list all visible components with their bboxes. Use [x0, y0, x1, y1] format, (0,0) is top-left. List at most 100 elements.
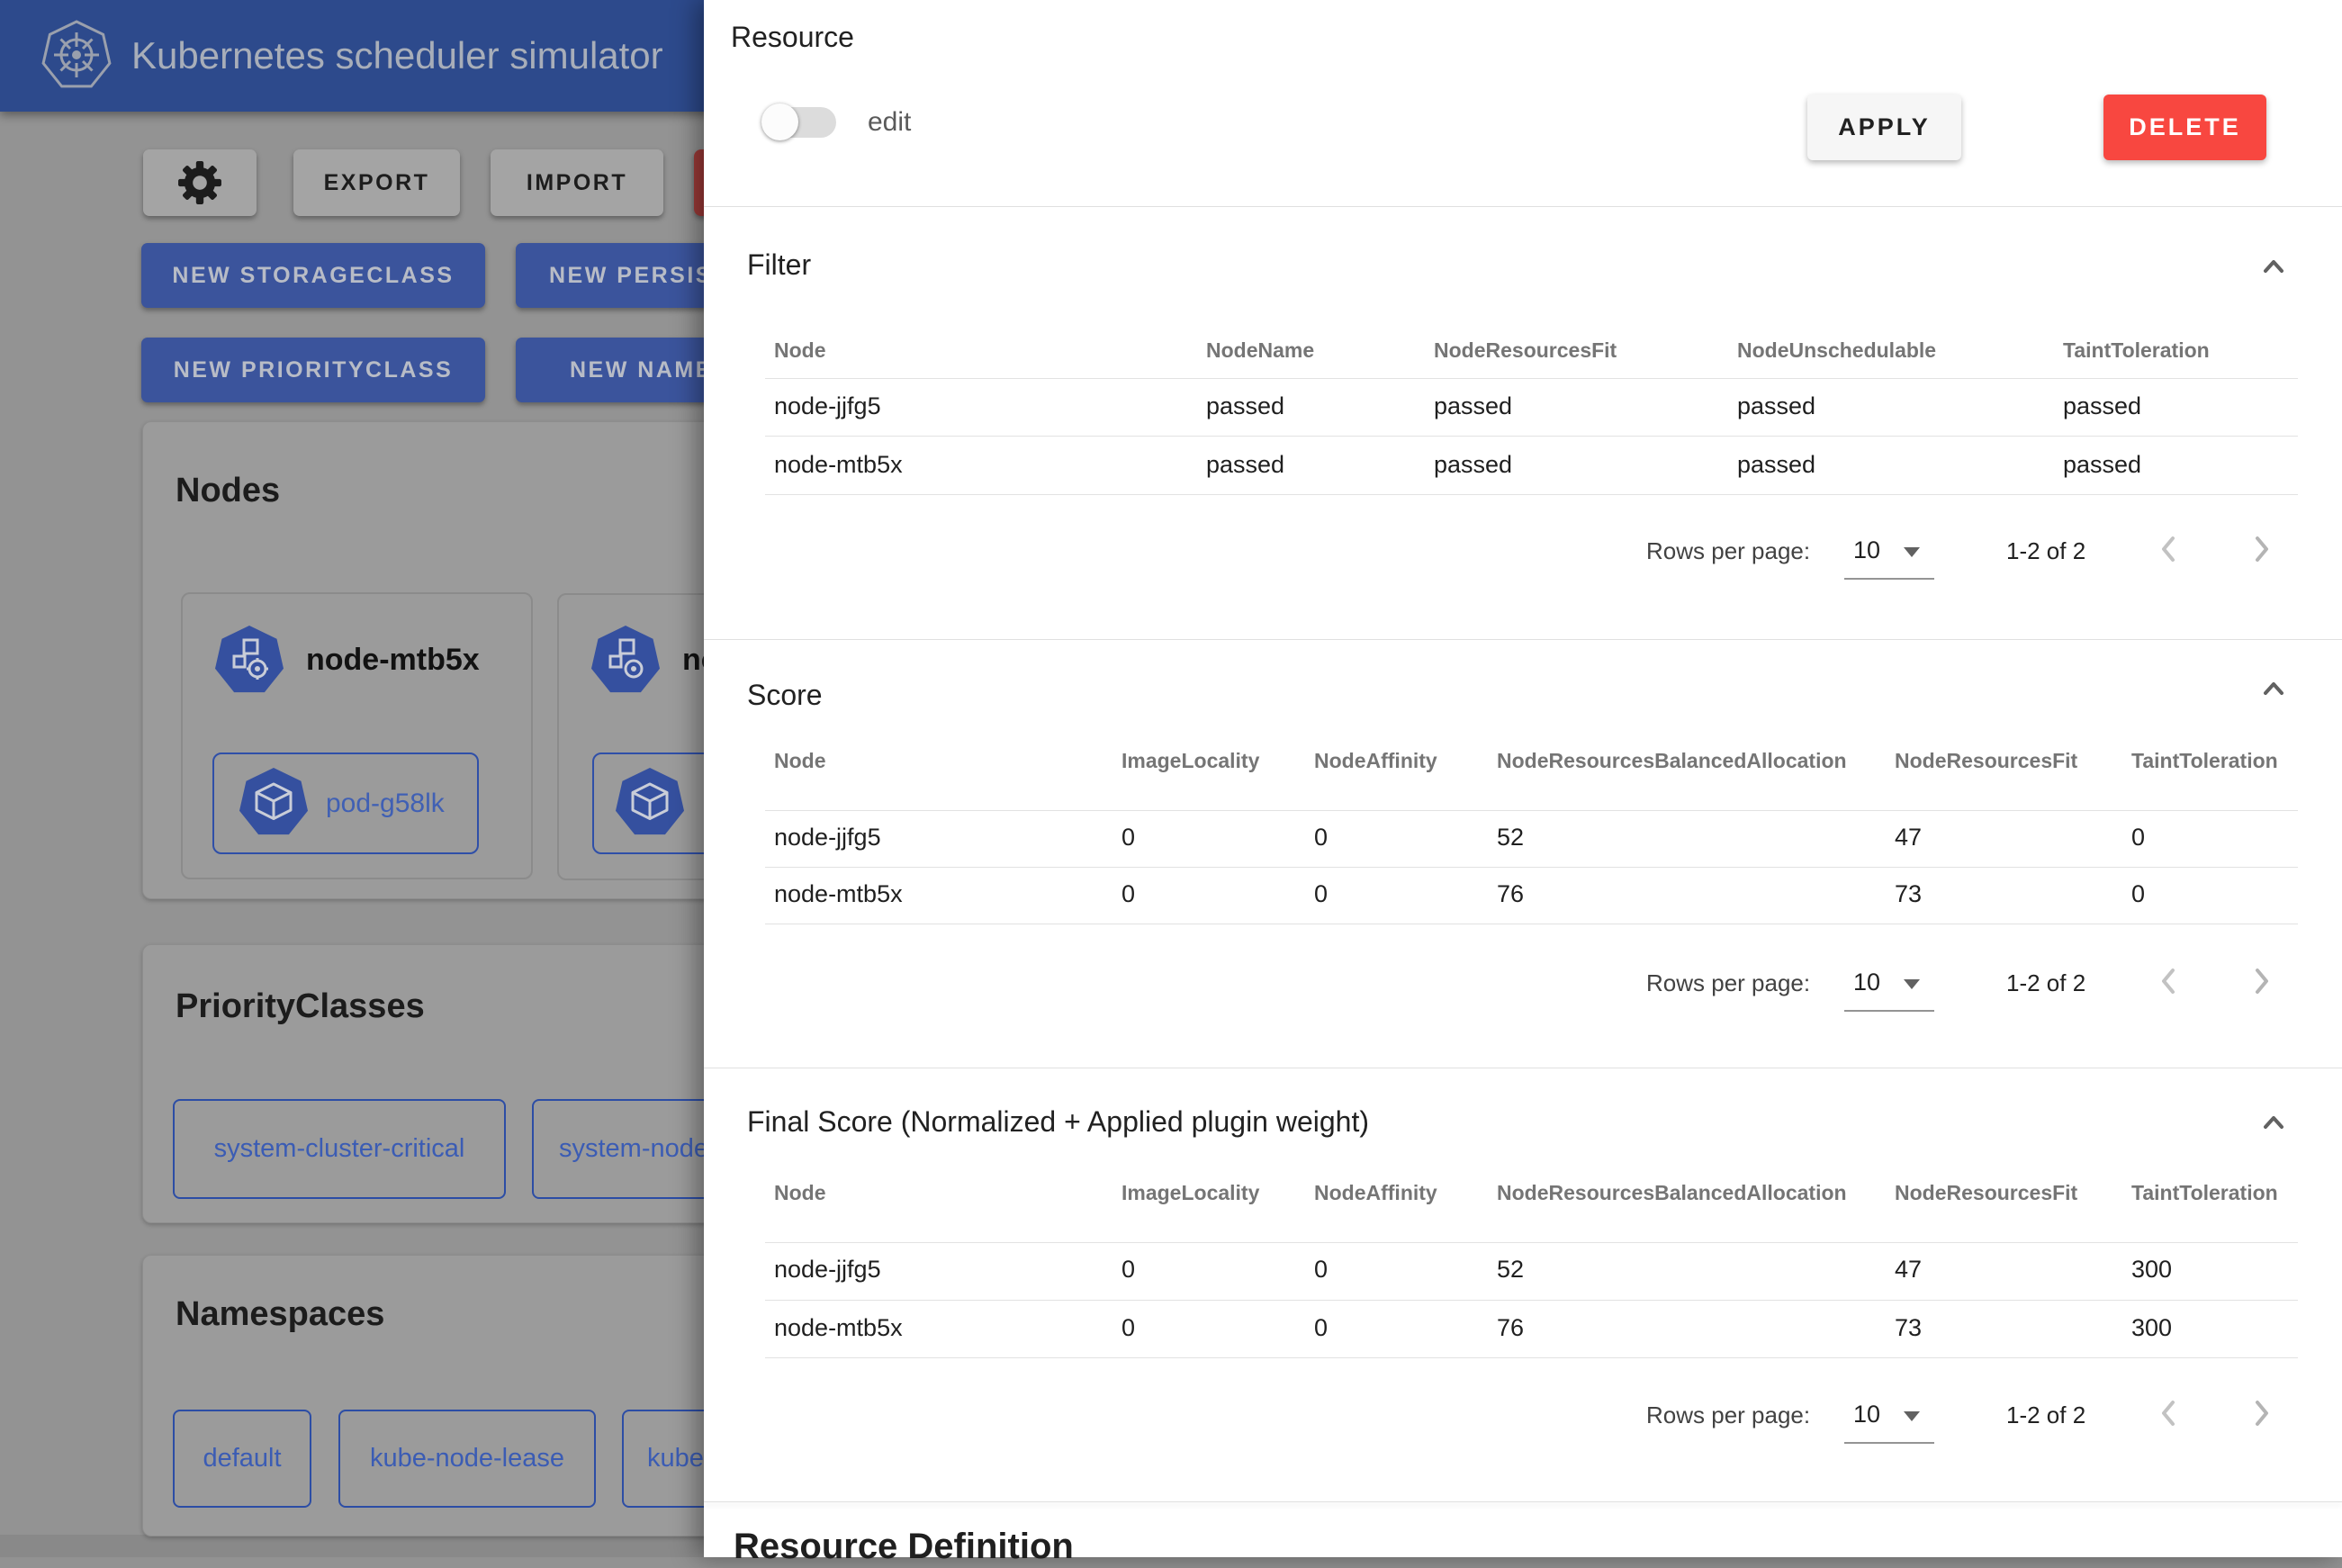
table-cell: node-jjfg5 — [774, 392, 881, 420]
next-page-chevron-icon[interactable] — [2243, 531, 2279, 567]
table-cell: 76 — [1497, 1314, 1524, 1342]
page-range-label: 1-2 of 2 — [2006, 537, 2085, 565]
column-header: NodeResourcesFit — [1895, 1181, 2077, 1205]
column-header: NodeResourcesBalancedAllocation — [1497, 749, 1847, 773]
column-header: TaintToleration — [2131, 749, 2278, 773]
table-cell: passed — [1434, 451, 1512, 479]
table-cell: node-mtb5x — [774, 1314, 903, 1342]
next-page-chevron-icon[interactable] — [2243, 1395, 2279, 1431]
divider — [765, 494, 2298, 495]
table-cell: 300 — [2131, 1314, 2172, 1342]
previous-page-chevron-icon[interactable] — [2151, 531, 2187, 567]
collapse-filter-chevron-up-icon[interactable] — [2259, 252, 2288, 281]
settings-button[interactable] — [143, 149, 257, 216]
node-chip[interactable]: node-mtb5x pod-g58lk — [181, 592, 533, 879]
column-header: Node — [774, 749, 826, 773]
pod-name: pod-g58lk — [326, 789, 445, 818]
next-page-chevron-icon[interactable] — [2243, 963, 2279, 999]
divider — [765, 867, 2298, 868]
rows-per-page-select[interactable]: 10 — [1853, 969, 1880, 996]
table-cell: 52 — [1497, 824, 1524, 852]
table-cell: 0 — [1314, 880, 1328, 908]
divider — [765, 1242, 2298, 1243]
table-cell: node-jjfg5 — [774, 1256, 881, 1284]
previous-page-chevron-icon[interactable] — [2151, 1395, 2187, 1431]
page-range-label: 1-2 of 2 — [2006, 969, 2085, 997]
divider — [765, 810, 2298, 811]
table-cell: 0 — [2131, 880, 2145, 908]
score-table: Node ImageLocality NodeAffinity NodeReso… — [774, 738, 2298, 927]
apply-button[interactable]: APPLY — [1807, 95, 1961, 160]
collapse-score-chevron-up-icon[interactable] — [2259, 674, 2288, 703]
column-header: NodeUnschedulable — [1737, 338, 1936, 363]
table-cell: 73 — [1895, 1314, 1922, 1342]
panel-title: Resource — [731, 20, 854, 54]
namespaces-card: Namespaces default kube-node-lease kube — [142, 1255, 774, 1536]
new-storageclass-button[interactable]: NEW STORAGECLASS — [141, 243, 485, 308]
table-cell: 0 — [1314, 1314, 1328, 1342]
new-priorityclass-button[interactable]: NEW PRIORITYCLASS — [141, 338, 485, 402]
kubernetes-pod-icon — [239, 768, 309, 838]
nodes-title: Nodes — [176, 471, 280, 510]
pod-chip[interactable]: pod-g58lk — [212, 752, 479, 854]
kubernetes-pod-icon — [615, 768, 685, 838]
filter-table: Node NodeName NodeResourcesFit NodeUnsch… — [774, 324, 2298, 504]
final-score-pagination: Rows per page: 10 1-2 of 2 — [774, 1386, 2298, 1449]
table-cell: passed — [2063, 392, 2141, 420]
table-cell: 0 — [1314, 1256, 1328, 1284]
priorityclass-system-cluster-critical[interactable]: system-cluster-critical — [173, 1099, 506, 1199]
select-arrow-icon[interactable] — [1904, 979, 1920, 989]
divider — [765, 436, 2298, 437]
column-header: NodeResourcesBalancedAllocation — [1497, 1181, 1847, 1205]
column-header: NodeAffinity — [1314, 749, 1437, 773]
kubernetes-logo-icon — [41, 20, 112, 90]
table-cell: node-mtb5x — [774, 451, 903, 479]
namespace-default[interactable]: default — [173, 1410, 311, 1508]
select-underline — [1844, 1010, 1934, 1012]
namespace-kube-node-lease[interactable]: kube-node-lease — [338, 1410, 596, 1508]
column-header: NodeAffinity — [1314, 1181, 1437, 1205]
rows-per-page-select[interactable]: 10 — [1853, 1401, 1880, 1428]
final-score-table: Node ImageLocality NodeAffinity NodeReso… — [774, 1170, 2298, 1361]
table-cell: passed — [1434, 392, 1512, 420]
column-header: TaintToleration — [2063, 338, 2210, 363]
table-cell: 0 — [1314, 824, 1328, 852]
select-arrow-icon[interactable] — [1904, 547, 1920, 557]
previous-page-chevron-icon[interactable] — [2151, 963, 2187, 999]
divider — [765, 1357, 2298, 1358]
table-cell: 0 — [2131, 824, 2145, 852]
table-cell: passed — [1206, 451, 1284, 479]
table-cell: 73 — [1895, 880, 1922, 908]
collapse-final-score-chevron-up-icon[interactable] — [2259, 1108, 2288, 1137]
select-underline — [1844, 1442, 1934, 1444]
edit-toggle[interactable] — [759, 97, 847, 147]
kubernetes-node-icon — [590, 626, 661, 696]
column-header: Node — [774, 1181, 826, 1205]
priorityclasses-title: PriorityClasses — [176, 987, 425, 1026]
table-cell: 76 — [1497, 880, 1524, 908]
column-header: NodeResourcesFit — [1895, 749, 2077, 773]
column-header: TaintToleration — [2131, 1181, 2278, 1205]
column-header: ImageLocality — [1121, 749, 1259, 773]
filter-pagination: Rows per page: 10 1-2 of 2 — [774, 522, 2298, 585]
import-button[interactable]: IMPORT — [491, 149, 663, 216]
filter-section-title: Filter — [747, 247, 811, 283]
divider — [704, 1501, 2342, 1502]
column-header: NodeName — [1206, 338, 1314, 363]
select-arrow-icon[interactable] — [1904, 1411, 1920, 1421]
namespaces-title: Namespaces — [176, 1294, 384, 1334]
export-button[interactable]: EXPORT — [293, 149, 460, 216]
table-cell: passed — [1737, 451, 1815, 479]
table-cell: passed — [2063, 451, 2141, 479]
table-cell: 0 — [1121, 1314, 1135, 1342]
divider — [765, 1300, 2298, 1301]
divider — [765, 378, 2298, 379]
table-cell: 0 — [1121, 1256, 1135, 1284]
toggle-thumb — [761, 104, 798, 140]
rows-per-page-select[interactable]: 10 — [1853, 536, 1880, 564]
column-header: NodeResourcesFit — [1434, 338, 1617, 363]
select-underline — [1844, 578, 1934, 580]
delete-button[interactable]: DELETE — [2103, 95, 2266, 160]
resource-panel: Resource edit APPLY DELETE Filter Node N… — [704, 0, 2342, 1557]
table-cell: passed — [1737, 392, 1815, 420]
